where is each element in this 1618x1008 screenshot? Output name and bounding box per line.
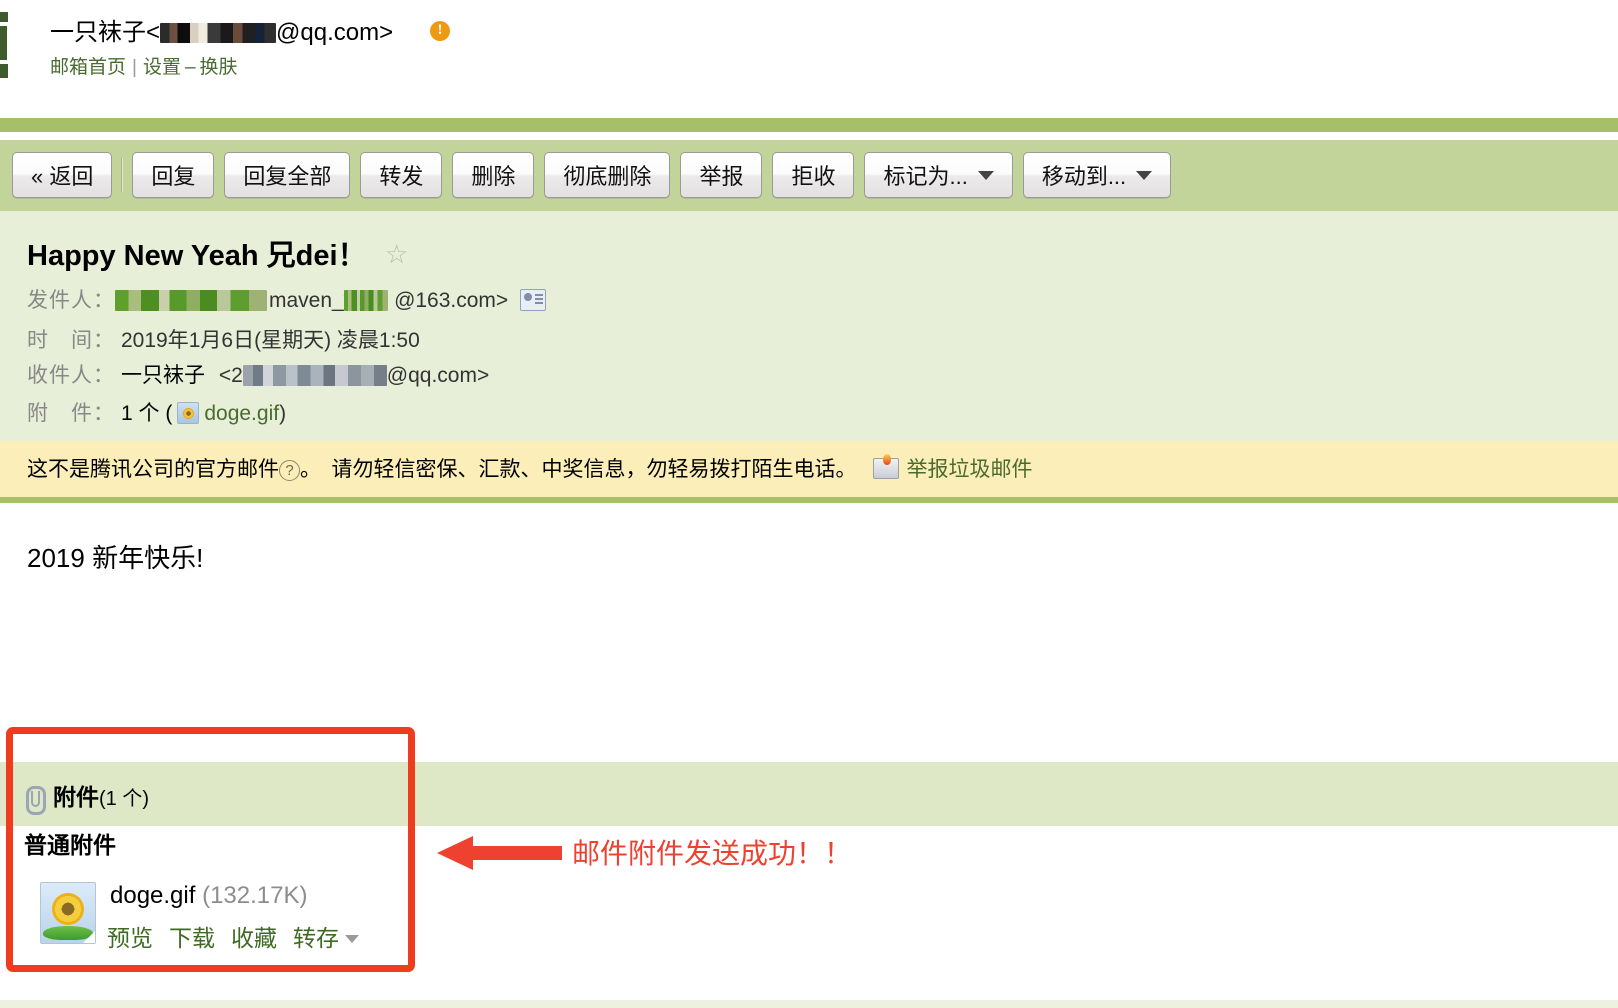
to-label: 收件人： <box>27 364 115 387</box>
mail-logo-icon <box>0 8 10 78</box>
attachment-action-links: 预览 下载 收藏 转存 <box>107 919 359 953</box>
meta-row-to: 收件人： 一只袜子 <2 @qq.com> <box>27 359 489 389</box>
account-warning-icon[interactable]: ! <box>430 21 450 41</box>
mail-subject: Happy New Yeah 兄dei！ <box>27 240 367 272</box>
chevron-down-icon <box>1136 170 1153 180</box>
help-question-icon[interactable]: ? <box>279 460 300 481</box>
phishing-warning-strip: 这不是腾讯公司的官方邮件?。 请勿轻信密保、汇款、中奖信息，勿轻易拨打陌生电话。… <box>0 441 1618 497</box>
meta-row-attachment: 附 件： 1 个 ( doge.gif) <box>27 397 286 427</box>
link-change-skin[interactable]: 换肤 <box>200 57 238 78</box>
report-spam-icon <box>872 454 899 479</box>
contact-card-icon[interactable] <box>520 289 547 311</box>
attachment-file-thumbnail-icon[interactable] <box>40 882 96 944</box>
forward-button[interactable]: 转发 <box>360 152 443 198</box>
mail-body-text: 2019 新年快乐! <box>27 543 204 573</box>
redaction-mask-sender-overlay <box>344 290 389 311</box>
date-value: 2019年1月6日(星期天) 凌晨1:50 <box>121 329 420 352</box>
attachment-inline-name[interactable]: doge.gif <box>204 402 279 425</box>
attachment-file-size: (132.17K) <box>202 882 308 909</box>
attachment-paren-close: ) <box>279 402 287 425</box>
report-button[interactable]: 举报 <box>680 152 763 198</box>
delete-permanently-button[interactable]: 彻底删除 <box>544 152 671 198</box>
meta-row-date: 时 间： 2019年1月6日(星期天) 凌晨1:50 <box>27 324 420 354</box>
delete-button[interactable]: 删除 <box>452 152 535 198</box>
attachment-favorite-link[interactable]: 收藏 <box>231 925 277 951</box>
to-address-open: <2 <box>218 364 243 387</box>
attachment-count: 1 个 ( <box>121 402 173 425</box>
link-settings[interactable]: 设置 <box>143 57 181 78</box>
paperclip-icon <box>24 785 46 815</box>
mark-as-label: 标记为... <box>883 164 968 189</box>
reply-button[interactable]: 回复 <box>132 152 215 198</box>
mail-action-toolbar: « 返回 回复 回复全部 转发 删除 彻底删除 举报 拒收 标记为... 移动到… <box>0 140 1618 211</box>
header-green-divider <box>0 118 1618 132</box>
star-icon[interactable]: ☆ <box>385 241 408 267</box>
attachment-section-count: (1 个) <box>99 788 149 810</box>
move-to-label: 移动到... <box>1041 164 1127 189</box>
date-label: 时 间： <box>27 329 115 352</box>
attachment-label: 附 件： <box>27 402 115 425</box>
attachment-file-name[interactable]: doge.gif <box>110 882 195 909</box>
attachment-save-to-link[interactable]: 转存 <box>293 925 339 951</box>
from-address: @163.com> <box>394 289 509 312</box>
warning-text-after: 。 请勿轻信密保、汇款、中奖信息，勿轻易拨打陌生电话。 <box>300 458 857 481</box>
attachment-preview-link[interactable]: 预览 <box>107 925 153 951</box>
back-button[interactable]: « 返回 <box>12 152 113 198</box>
report-spam-link[interactable]: 举报垃圾邮件 <box>907 458 1033 481</box>
attachment-kind-label: 普通附件 <box>24 832 116 858</box>
nav-separator: | <box>132 57 137 78</box>
annotation-arrow-icon <box>437 836 562 870</box>
reject-button[interactable]: 拒收 <box>772 152 855 198</box>
nav-dash: – <box>184 57 196 78</box>
page-bottom-strip <box>0 1000 1618 1008</box>
mail-reading-page: 一只袜子< @qq.com> ! 邮箱首页 | 设置 – 换肤 « 返回 回复 回复全部 … <box>0 0 1618 1008</box>
attachment-section-header: 附件(1 个) <box>0 762 1618 826</box>
account-email-open: < <box>146 19 161 46</box>
to-address-domain: @qq.com> <box>386 364 490 387</box>
attachment-file-row: doge.gif (132.17K) <box>110 882 307 910</box>
toolbar-divider <box>121 158 124 192</box>
account-email-domain: @qq.com> <box>276 19 394 46</box>
mail-body: 2019 新年快乐! <box>0 503 1618 762</box>
from-label: 发件人： <box>27 289 115 312</box>
chevron-down-icon <box>977 170 994 180</box>
annotation-text: 邮件附件发送成功！！ <box>572 838 853 869</box>
account-identity-line: 一只袜子< @qq.com> <box>50 12 393 47</box>
attachment-section-title: 附件 <box>53 784 99 810</box>
attachment-download-link[interactable]: 下载 <box>169 925 215 951</box>
redaction-mask-sender-name <box>115 290 267 311</box>
warning-text-before: 这不是腾讯公司的官方邮件 <box>27 458 279 481</box>
account-display-name: 一只袜子 <box>50 19 146 46</box>
move-to-dropdown[interactable]: 移动到... <box>1022 152 1172 198</box>
redaction-mask-recipient-email <box>242 365 387 386</box>
account-header: 一只袜子< @qq.com> ! 邮箱首页 | 设置 – 换肤 <box>0 0 1618 118</box>
to-name: 一只袜子 <box>121 364 205 387</box>
attachment-thumbnail-icon <box>177 402 200 424</box>
meta-row-from: 发件人： maven_work @163.com> <box>27 284 547 314</box>
redaction-mask-account-email <box>160 23 277 43</box>
mark-as-dropdown[interactable]: 标记为... <box>864 152 1013 198</box>
chevron-down-icon[interactable] <box>345 935 359 943</box>
link-mail-home[interactable]: 邮箱首页 <box>50 57 126 78</box>
account-nav-links: 邮箱首页 | 设置 – 换肤 <box>50 52 238 79</box>
reply-all-button[interactable]: 回复全部 <box>224 152 351 198</box>
